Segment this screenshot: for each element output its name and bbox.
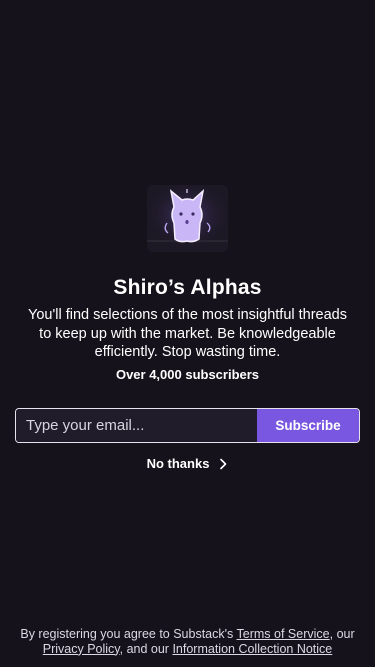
subscribe-button[interactable]: Subscribe bbox=[257, 409, 359, 442]
subscriber-count: Over 4,000 subscribers bbox=[115, 367, 260, 382]
legal-separator-1: , our bbox=[329, 627, 355, 641]
publication-description: You'll find selections of the most insig… bbox=[28, 307, 347, 360]
chevron-right-icon bbox=[220, 458, 227, 469]
email-signup-form: Subscribe bbox=[15, 408, 360, 443]
legal-prefix: By registering you agree to Substack's bbox=[20, 627, 237, 641]
publication-logo bbox=[147, 185, 228, 252]
subscribe-screen: Shiro’s Alphas You'll find selections of… bbox=[0, 0, 375, 667]
email-field[interactable] bbox=[16, 409, 257, 442]
privacy-policy-link[interactable]: Privacy Policy bbox=[43, 642, 120, 656]
publication-title: Shiro’s Alphas bbox=[113, 276, 262, 299]
information-collection-notice-link[interactable]: Information Collection Notice bbox=[172, 642, 332, 656]
legal-separator-2: , and our bbox=[119, 641, 173, 656]
terms-of-service-link[interactable]: Terms of Service bbox=[237, 627, 330, 641]
no-thanks-button[interactable]: No thanks bbox=[0, 456, 375, 471]
legal-notice: By registering you agree to Substack's T… bbox=[8, 627, 367, 656]
cat-ghost-logo-icon bbox=[147, 185, 228, 252]
no-thanks-label: No thanks bbox=[146, 456, 210, 471]
